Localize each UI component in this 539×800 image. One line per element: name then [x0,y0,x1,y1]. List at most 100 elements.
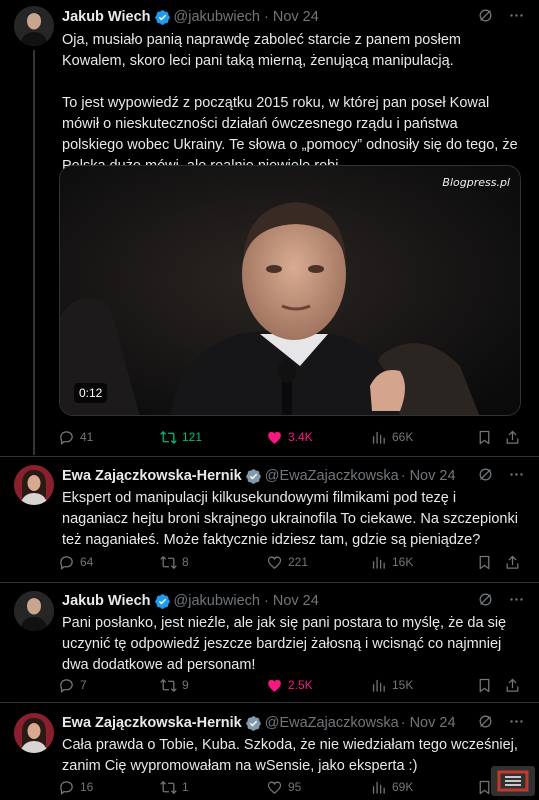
repost-button[interactable]: 9 [160,677,189,694]
views-button[interactable]: 69K [370,779,413,796]
verified-badge-icon [154,593,170,609]
more-icon[interactable] [508,591,525,608]
tweet-paragraph: Ekspert od manipulacji kilkusekundowymi … [62,490,518,548]
share-button[interactable] [504,677,521,694]
avatar[interactable] [14,465,54,505]
video-thumbnail [60,166,520,415]
reply-button[interactable]: 64 [58,554,93,571]
repost-button[interactable]: 8 [160,554,189,571]
views-count: 16K [392,555,414,569]
repost-icon [160,430,177,444]
more-icon[interactable] [508,7,525,24]
author-handle[interactable]: @jakubwiech [174,593,260,609]
grok-icon[interactable] [477,713,494,730]
author-handle[interactable]: @EwaZajaczkowska [265,715,399,731]
tweet-header: Jakub Wiech @jakubwiech · Nov 24 [62,7,525,27]
avatar-photo [14,591,54,631]
like-button[interactable]: 2.5K [266,677,313,694]
post-date[interactable]: · Nov 24 [264,593,319,609]
share-button[interactable] [504,429,521,446]
repost-count: 9 [182,678,189,692]
like-button[interactable]: 95 [266,779,301,796]
repost-icon [160,780,177,794]
reply-icon [60,430,73,445]
views-button[interactable]: 15K [370,677,413,694]
avatar[interactable] [14,6,54,46]
grok-icon[interactable] [477,466,494,483]
like-count: 2.5K [288,678,313,692]
repost-icon [160,555,177,569]
avatar-photo [14,465,54,505]
tweet-4[interactable]: Ewa Zajączkowska-Hernik @EwaZajaczkowska… [0,703,539,800]
grok-icon[interactable] [477,7,494,24]
thread-line [33,50,35,455]
more-icon[interactable] [508,713,525,730]
tweet-text: Ekspert od manipulacji kilkusekundowymi … [62,488,523,551]
views-button[interactable]: 16K [370,554,413,571]
action-bar: 64 8 221 16K [58,551,521,573]
tweet-text: Oja, musiało panią naprawdę zaboleć star… [62,30,523,177]
tweet-paragraph: Oja, musiało panią naprawdę zaboleć star… [62,32,461,69]
post-date[interactable]: · Nov 24 [264,9,319,25]
repost-count: 8 [182,555,189,569]
tweet-text: Cała prawda o Tobie, Kuba. Szkoda, że ni… [62,735,523,777]
bookmark-icon [479,555,490,569]
views-icon [372,556,385,569]
video-duration: 0:12 [74,383,108,403]
tweet-paragraph: Cała prawda o Tobie, Kuba. Szkoda, że ni… [62,737,518,774]
bookmark-icon [479,430,490,444]
share-icon [506,430,519,444]
like-button[interactable]: 221 [266,554,308,571]
grok-icon[interactable] [477,591,494,608]
site-logo [491,766,535,796]
verified-badge-icon [245,468,261,484]
tweet-header: Ewa Zajączkowska-Hernik @EwaZajaczkowska… [62,713,525,733]
like-count: 95 [288,780,302,794]
action-bar: 7 9 2.5K 15K [58,674,521,696]
views-count: 66K [392,430,414,444]
tweet-text: Pani posłanko, jest nieźle, ale jak się … [62,613,523,676]
bookmark-button[interactable] [476,677,493,694]
author-name[interactable]: Ewa Zajączkowska-Hernik [62,468,242,484]
bookmark-button[interactable] [476,429,493,446]
author-name[interactable]: Jakub Wiech [62,9,151,25]
video-watermark: Blogpress.pl [442,176,510,189]
like-button[interactable]: 3.4K [266,429,313,446]
reply-count: 7 [80,678,87,692]
like-icon [268,679,281,692]
post-date[interactable]: · Nov 24 [401,715,456,731]
avatar[interactable] [14,591,54,631]
views-icon [372,679,385,692]
author-handle[interactable]: @EwaZajaczkowska [265,468,399,484]
repost-icon [160,678,177,692]
views-button[interactable]: 66K [370,429,413,446]
avatar[interactable] [14,713,54,753]
post-date[interactable]: · Nov 24 [401,468,456,484]
author-name[interactable]: Jakub Wiech [62,593,151,609]
tweet-2[interactable]: Ewa Zajączkowska-Hernik @EwaZajaczkowska… [0,457,539,581]
tweet-paragraph: Pani posłanko, jest nieźle, ale jak się … [62,615,507,673]
avatar-photo [14,713,54,753]
share-button[interactable] [504,554,521,571]
reply-count: 64 [80,555,94,569]
tweet-3[interactable]: Jakub Wiech @jakubwiech · Nov 24 Pani po… [0,583,539,701]
share-icon [506,678,519,692]
tweet-1[interactable]: Jakub Wiech @jakubwiech · Nov 24 Oja, mu… [0,0,539,455]
more-icon[interactable] [508,466,525,483]
share-icon [506,555,519,569]
video-player[interactable]: Blogpress.pl 0:12 [59,165,521,416]
reply-count: 41 [80,430,94,444]
reply-button[interactable]: 41 [58,429,93,446]
action-bar: 16 1 95 69K [58,776,518,798]
reply-button[interactable]: 7 [58,677,87,694]
repost-button[interactable]: 121 [160,429,202,446]
repost-button[interactable]: 1 [160,779,189,796]
like-icon [267,781,282,794]
author-name[interactable]: Ewa Zajączkowska-Hernik [62,715,242,731]
reply-button[interactable]: 16 [58,779,93,796]
author-handle[interactable]: @jakubwiech [174,9,260,25]
verified-badge-icon [245,715,261,731]
bookmark-button[interactable] [476,554,493,571]
verified-badge-icon [154,9,170,25]
reply-icon [60,678,73,693]
